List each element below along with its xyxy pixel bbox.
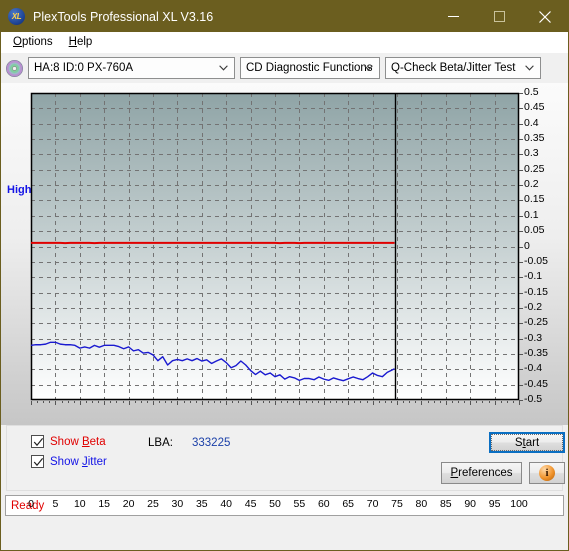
cd-disc-icon: [6, 59, 23, 77]
show-jitter-row[interactable]: Show Jitter: [31, 455, 107, 468]
show-beta-row[interactable]: Show Beta: [31, 435, 106, 448]
chevron-down-icon: [364, 65, 373, 71]
y-axis-tick-label: 0.35: [524, 132, 545, 145]
y-axis-tick-label: -0.3: [524, 331, 543, 344]
menu-item-help[interactable]: Help: [61, 34, 101, 50]
info-icon-glyph: i: [545, 467, 549, 479]
function-select-value: CD Diagnostic Functions: [246, 62, 373, 74]
y-tick-marks: [519, 93, 523, 401]
y-axis-tick-label: -0.4: [524, 362, 543, 375]
y-axis-tick-label: -0.05: [524, 254, 548, 267]
preferences-button-label: Preferences: [450, 467, 513, 479]
controls-panel: Show Beta Show Jitter LBA: 333225 St art …: [6, 425, 565, 491]
y-axis-tick-label: -0.5: [524, 393, 543, 405]
title-bar: XL PlexTools Professional XL V3.16: [1, 1, 568, 32]
y-axis-tick-label: 0.5: [524, 86, 539, 98]
show-beta-checkbox[interactable]: [31, 435, 44, 448]
y-axis-tick-label: -0.2: [524, 300, 543, 313]
y-axis-tick-label: -0.1: [524, 270, 543, 283]
maximize-icon[interactable]: [476, 1, 522, 32]
y-axis-tick-label: 0.1: [524, 208, 539, 221]
y-axis-tick-label: 0: [524, 239, 530, 252]
close-icon[interactable]: [522, 1, 568, 32]
chevron-down-icon: [219, 65, 228, 71]
window-title: PlexTools Professional XL V3.16: [33, 9, 214, 24]
menu-bar: Options Help: [1, 32, 568, 53]
menu-item-options[interactable]: Options: [5, 34, 61, 50]
y-axis-tick-label: 0.15: [524, 193, 545, 206]
x-axis-tick-label: 100: [510, 498, 528, 510]
y-axis-tick-label: 0.2: [524, 178, 539, 191]
function-select[interactable]: CD Diagnostic Functions: [240, 57, 380, 79]
minimize-icon[interactable]: [430, 1, 476, 32]
show-jitter-checkbox[interactable]: [31, 455, 44, 468]
y-axis-tick-label: 0.05: [524, 224, 545, 237]
app-icon: XL: [8, 8, 25, 25]
plextools-window: XL PlexTools Professional XL V3.16 Optio…: [0, 0, 569, 551]
start-button[interactable]: St art: [489, 432, 565, 453]
show-jitter-label: Show Jitter: [50, 455, 107, 468]
y-axis-tick-label: -0.45: [524, 377, 548, 390]
window-controls: [430, 1, 568, 32]
x-tick-marks: [31, 401, 520, 405]
info-icon: i: [539, 465, 555, 481]
y-axis-tick-label: -0.35: [524, 346, 548, 359]
test-select[interactable]: Q-Check Beta/Jitter Test: [385, 57, 541, 79]
start-button-label: St art: [491, 434, 563, 451]
chevron-down-icon: [525, 65, 534, 71]
lba-label: LBA:: [148, 437, 173, 449]
y-axis-tick-label: -0.25: [524, 316, 548, 329]
y-axis-tick-label: 0.25: [524, 162, 545, 175]
lba-value: 333225: [192, 437, 231, 449]
toolbar: HA:8 ID:0 PX-760A CD Diagnostic Function…: [1, 53, 568, 83]
preferences-button[interactable]: Preferences: [441, 462, 522, 484]
check-icon: [33, 458, 44, 467]
chart-panel: High Low 0.50.450.40.350.30.250.20.150.1…: [1, 83, 569, 510]
show-beta-label: Show Beta: [50, 435, 106, 448]
drive-select[interactable]: HA:8 ID:0 PX-760A: [28, 57, 235, 79]
check-icon: [33, 438, 44, 447]
y-axis-tick-label: 0.4: [524, 116, 539, 129]
test-select-value: Q-Check Beta/Jitter Test: [391, 62, 516, 74]
y-axis-tick-label: 0.45: [524, 101, 545, 114]
drive-select-value: HA:8 ID:0 PX-760A: [34, 62, 134, 74]
y-axis-tick-label: -0.15: [524, 285, 548, 298]
app-icon-text: XL: [11, 12, 22, 21]
y-axis-tick-label: 0.3: [524, 147, 539, 160]
info-button[interactable]: i: [529, 462, 565, 484]
beta-jitter-plot[interactable]: [1, 83, 569, 425]
